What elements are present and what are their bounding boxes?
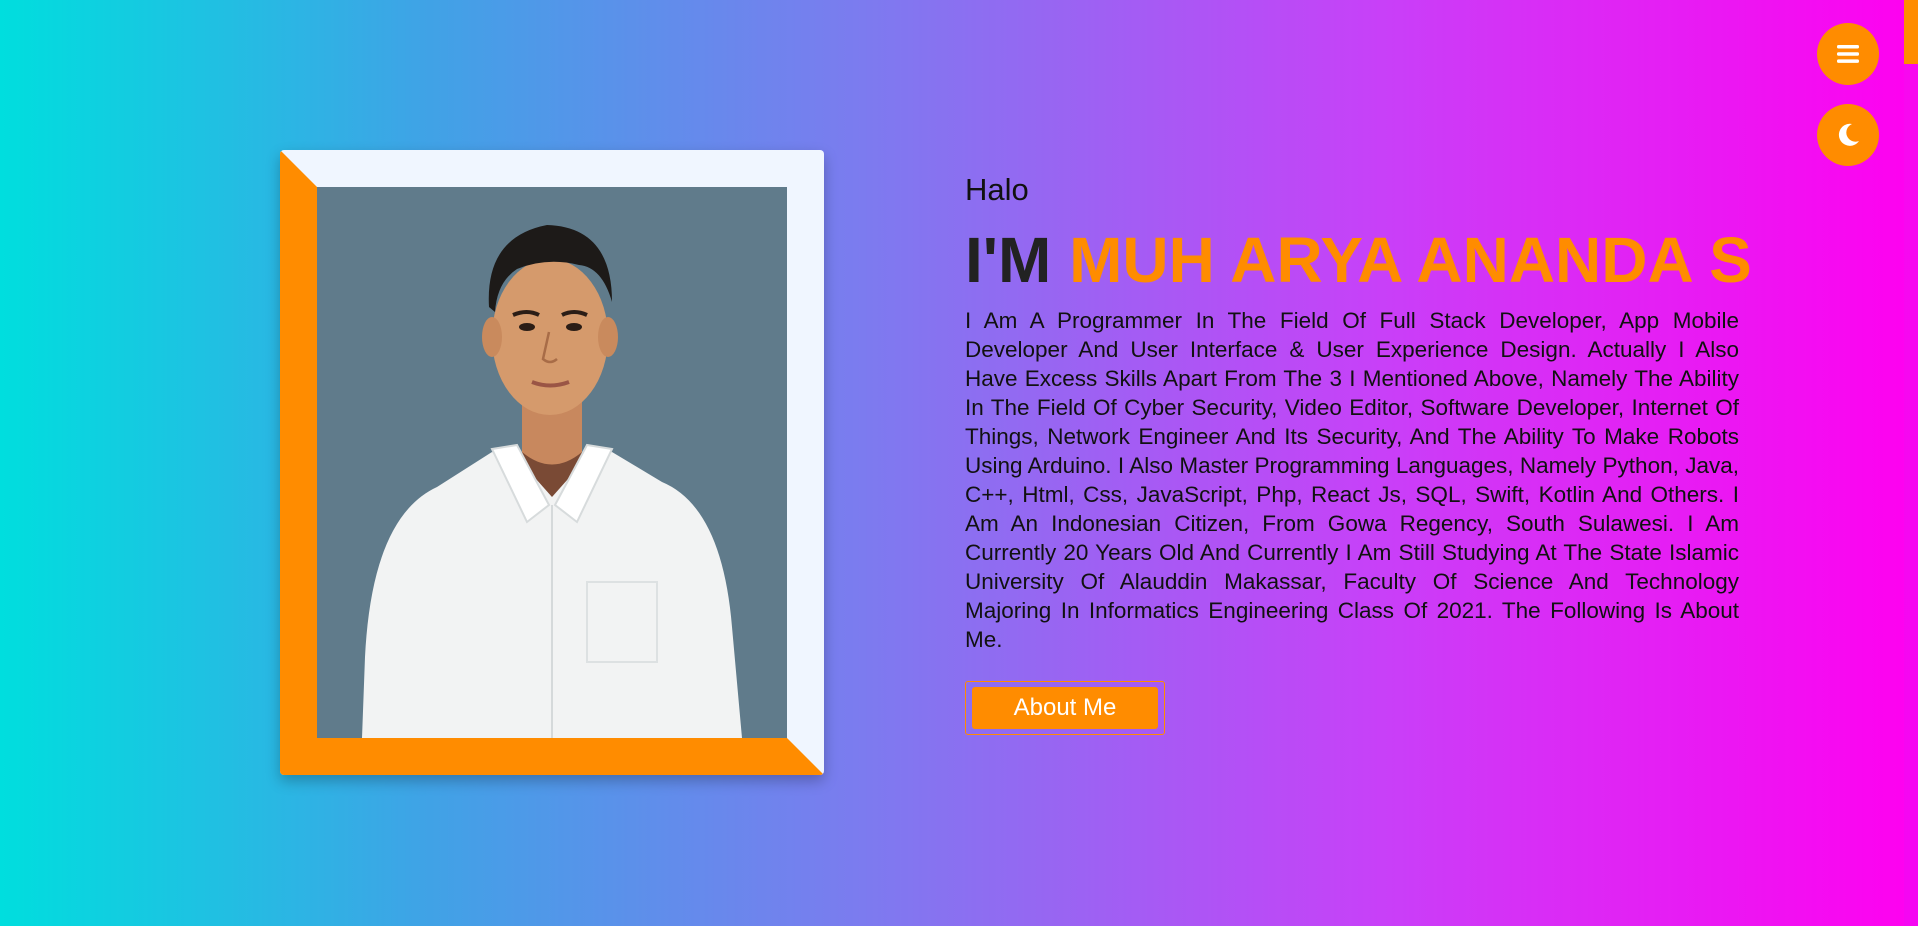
moon-icon: [1838, 123, 1859, 146]
profile-photo-frame: [280, 150, 824, 775]
person-portrait-illustration: [317, 187, 787, 738]
headline-name: MUH ARYA ANANDA S: [1069, 224, 1752, 296]
scrollbar-track[interactable]: [1904, 0, 1918, 926]
menu-button[interactable]: [1817, 23, 1879, 85]
theme-toggle-button[interactable]: [1817, 104, 1879, 166]
about-button-outline: About Me: [965, 681, 1165, 735]
about-me-button[interactable]: About Me: [972, 687, 1158, 729]
scrollbar-thumb[interactable]: [1904, 0, 1918, 64]
profile-photo: [317, 187, 787, 738]
greeting-text: Halo: [965, 172, 1029, 207]
hero-headline: I'M MUH ARYA ANANDA S: [965, 222, 1752, 298]
headline-prefix: I'M: [965, 224, 1052, 296]
intro-description: I Am A Programmer In The Field Of Full S…: [965, 308, 1739, 652]
hero-content: Halo I'M MUH ARYA ANANDA S I Am A Progra…: [965, 170, 1752, 735]
hamburger-menu-icon: [1837, 45, 1859, 63]
page: Halo I'M MUH ARYA ANANDA S I Am A Progra…: [0, 0, 1918, 926]
